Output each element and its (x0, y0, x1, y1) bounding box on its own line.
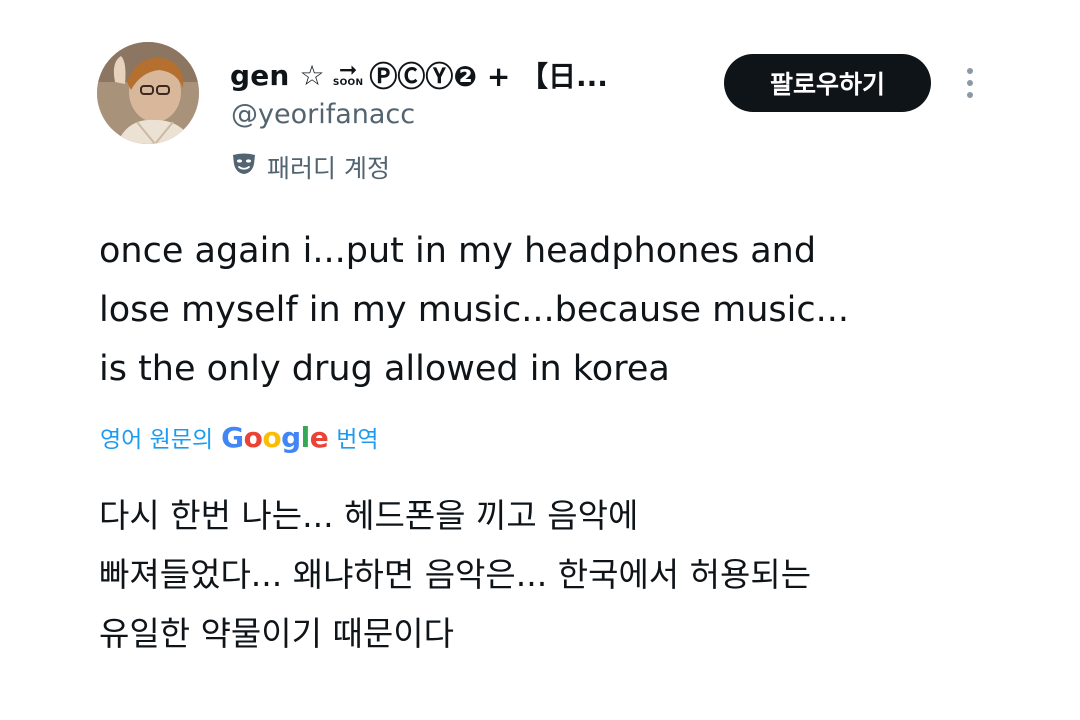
translate-suffix: 번역 (336, 427, 379, 453)
soon-label: SOON (332, 77, 364, 88)
tweet-text-line: lose myself in my music...because music.… (99, 290, 849, 330)
display-name-suffix[interactable]: ⓅⒸⓎ❷ + 【日... (369, 55, 608, 95)
tweet-text-line: is the only drug allowed in korea (99, 349, 670, 389)
tweet-text: once again i...put in my headphones and … (99, 222, 999, 399)
tweet-text-line: once again i...put in my headphones and (99, 231, 817, 271)
user-name-row[interactable]: gen ☆ ➞ SOON ⓅⒸⓎ❷ + 【日... (230, 55, 608, 95)
parody-account-label: 패러디 계정 (231, 149, 390, 185)
theater-mask-icon (231, 152, 257, 182)
avatar-image (97, 42, 199, 144)
google-logo: Google (221, 420, 329, 454)
parody-label-text: 패러디 계정 (267, 154, 390, 183)
avatar[interactable] (97, 42, 199, 144)
translated-text: 다시 한번 나는... 헤드폰을 끼고 음악에 빠져들었다... 왜냐하면 음악… (99, 486, 999, 663)
display-name[interactable]: gen ☆ (230, 59, 325, 92)
translated-text-line: 유일한 약물이기 때문이다 (99, 614, 454, 653)
user-handle[interactable]: @yeorifanacc (231, 99, 415, 130)
tweet-card: gen ☆ ➞ SOON ⓅⒸⓎ❷ + 【日... @yeorifanacc 패… (0, 0, 1080, 720)
translated-text-line: 빠져들었다... 왜냐하면 음악은... 한국에서 허용되는 (99, 555, 812, 594)
translation-attribution[interactable]: 영어 원문의 Google 번역 (100, 420, 379, 454)
follow-button[interactable]: 팔로우하기 (724, 54, 931, 112)
translated-text-line: 다시 한번 나는... 헤드폰을 끼고 음악에 (99, 496, 639, 535)
translate-prefix: 영어 원문의 (100, 427, 214, 453)
right-arrow-icon: ➞ SOON (332, 57, 364, 88)
more-vertical-icon[interactable] (955, 62, 985, 104)
